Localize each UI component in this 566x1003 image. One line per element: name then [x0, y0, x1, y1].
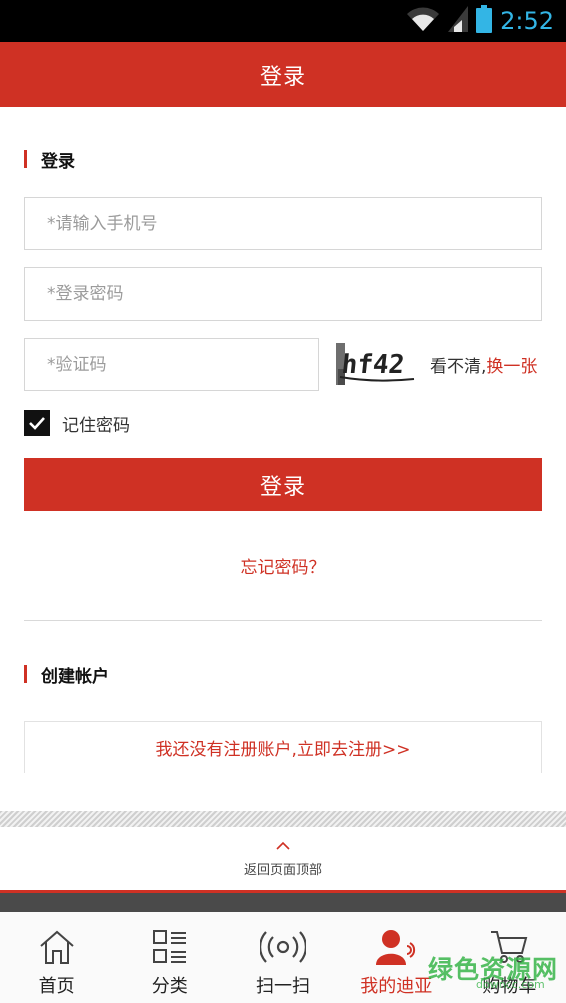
tab-category[interactable]: 分类 [113, 912, 226, 1003]
tab-label: 扫一扫 [256, 976, 310, 997]
tab-scan[interactable]: 扫一扫 [226, 912, 339, 1003]
section-divider [24, 620, 542, 621]
login-button[interactable]: 登录 [24, 458, 542, 511]
app-header: 登录 [0, 42, 566, 107]
status-time: 2:52 [500, 7, 554, 35]
captcha-hint-text: 看不清, [430, 357, 487, 377]
remember-checkbox[interactable] [24, 410, 50, 436]
remember-password[interactable]: 记住密码 [24, 410, 130, 436]
captcha-text: hf42 [340, 350, 406, 380]
captcha-refresh-link[interactable]: 换一张 [486, 357, 537, 377]
register-section-title: 创建帐户 [24, 664, 109, 687]
forgot-password-link[interactable]: 忘记密码？ [0, 553, 566, 578]
back-to-top[interactable]: 返回页面顶部 [0, 836, 566, 886]
tab-label: 分类 [151, 976, 188, 997]
status-bar: 2:52 [0, 0, 566, 42]
tab-home[interactable]: 首页 [0, 912, 113, 1003]
page-title: 登录 [259, 64, 306, 90]
home-icon [38, 927, 76, 967]
back-to-top-label: 返回页面顶部 [243, 863, 322, 878]
status-icons: 2:52 [406, 4, 554, 38]
stripe-divider [0, 811, 566, 827]
user-icon [376, 927, 416, 967]
register-link[interactable]: 我还没有注册账户,立即去注册>> [156, 735, 411, 760]
captcha-hint: 看不清,换一张 [430, 352, 537, 377]
battery-icon [476, 5, 493, 37]
check-icon [29, 417, 45, 430]
chevron-up-icon [276, 841, 290, 850]
signal-icon [448, 6, 469, 36]
remember-label: 记住密码 [62, 415, 130, 436]
section-accent-bar [24, 665, 27, 683]
login-section-title: 登录 [24, 149, 75, 172]
tab-label: 我的迪亚 [360, 976, 433, 997]
tab-label: 首页 [38, 976, 75, 997]
wifi-icon [406, 6, 440, 36]
password-input[interactable] [24, 267, 542, 321]
register-box[interactable]: 我还没有注册账户,立即去注册>> [24, 721, 542, 773]
watermark-url: downcc.com [476, 978, 545, 991]
footer-band [0, 890, 566, 912]
login-section-label: 登录 [41, 151, 75, 172]
captcha-input[interactable] [24, 338, 319, 391]
phone-input[interactable] [24, 197, 542, 250]
category-icon [152, 927, 188, 967]
scan-icon [260, 927, 306, 967]
section-accent-bar [24, 150, 27, 168]
captcha-image[interactable]: hf42 [336, 343, 419, 385]
register-section-label: 创建帐户 [41, 666, 109, 687]
